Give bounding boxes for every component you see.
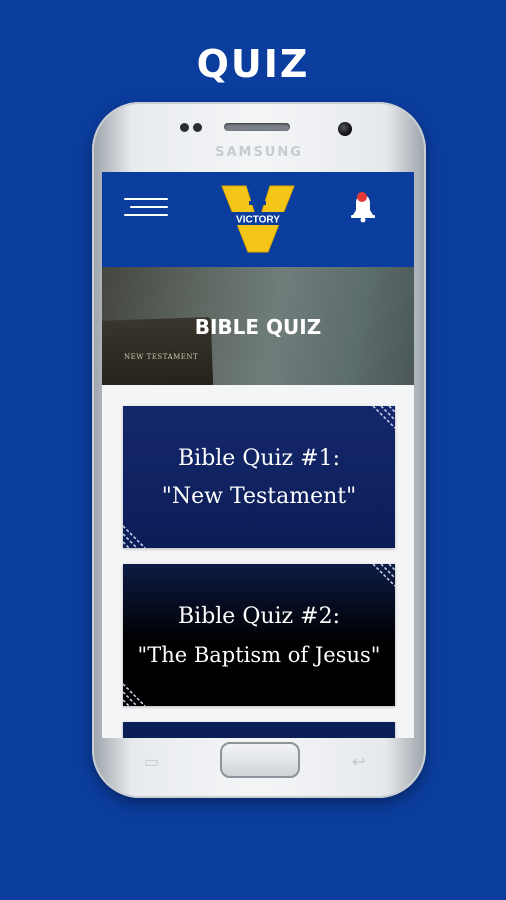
menu-line — [124, 214, 168, 216]
notification-dot — [357, 192, 367, 202]
promo-title: QUIZ — [196, 42, 310, 86]
quiz-title-line1: Bible Quiz #2: — [177, 604, 340, 629]
quiz-card-3[interactable] — [123, 722, 395, 738]
corner-stripes-decoration — [372, 406, 395, 429]
hero-banner: NEW TESTAMENT BIBLE QUIZ — [102, 267, 414, 385]
light-sensor — [193, 123, 202, 132]
page-title: BIBLE QUIZ — [194, 315, 322, 339]
menu-line — [124, 198, 168, 200]
bell-icon[interactable] — [346, 190, 380, 224]
quiz-title-line1: Bible Quiz #1: — [177, 446, 340, 471]
phone-frame: SAMSUNG VICTORY NEW TESTAMENT BIBLE QUIZ… — [92, 102, 426, 798]
book-label: NEW TESTAMENT — [124, 353, 199, 361]
proximity-sensor — [180, 123, 189, 132]
device-brand: SAMSUNG — [215, 145, 303, 160]
app-header: VICTORY — [102, 172, 414, 267]
home-button[interactable] — [220, 742, 300, 778]
app-screen: VICTORY NEW TESTAMENT BIBLE QUIZ Bible Q… — [102, 172, 414, 738]
menu-button[interactable] — [124, 198, 168, 218]
front-camera — [338, 122, 352, 136]
quiz-card-2[interactable]: Bible Quiz #2: "The Baptism of Jesus" — [123, 564, 395, 706]
menu-line — [130, 206, 168, 208]
corner-stripes-decoration — [372, 564, 395, 587]
back-key-icon[interactable]: ↩ — [352, 752, 365, 772]
corner-stripes-decoration — [123, 525, 146, 548]
logo-text: VICTORY — [236, 215, 280, 226]
quiz-title-line2: "New Testament" — [161, 484, 357, 509]
earpiece-speaker — [224, 123, 290, 131]
quiz-card-1[interactable]: Bible Quiz #1: "New Testament" — [123, 406, 395, 548]
quiz-title-line2: "The Baptism of Jesus" — [137, 643, 381, 667]
victory-logo[interactable]: VICTORY — [220, 184, 296, 256]
corner-stripes-decoration — [123, 683, 146, 706]
recent-apps-key[interactable]: ▭ — [144, 752, 159, 772]
